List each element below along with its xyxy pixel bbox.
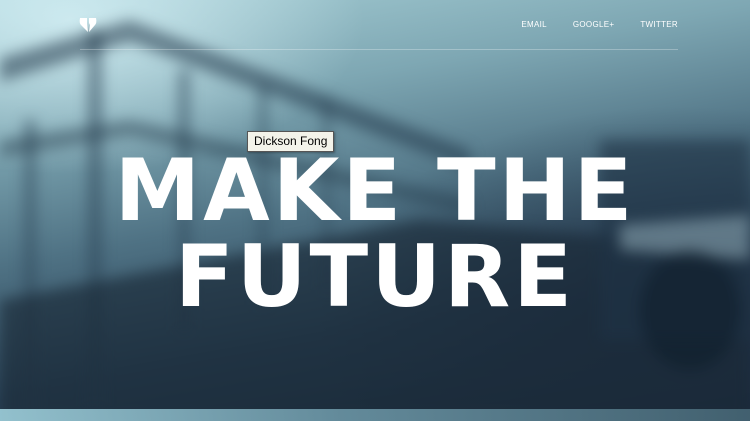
heart-logo-icon[interactable] — [79, 17, 97, 33]
top-nav: EMAIL GOOGLE+ TWITTER — [521, 20, 678, 29]
bottom-strip — [0, 409, 750, 421]
headline-line-1: MAKE THE — [114, 141, 636, 241]
hero-section: EMAIL GOOGLE+ TWITTER MAKE THE FUTURE Di… — [0, 0, 750, 421]
nav-link-google-plus[interactable]: GOOGLE+ — [573, 20, 614, 29]
nav-divider — [80, 49, 678, 50]
tooltip: Dickson Fong — [247, 131, 335, 152]
headline-line-2: FUTURE — [174, 227, 576, 327]
nav-link-twitter[interactable]: TWITTER — [640, 20, 678, 29]
nav-link-email[interactable]: EMAIL — [521, 20, 547, 29]
